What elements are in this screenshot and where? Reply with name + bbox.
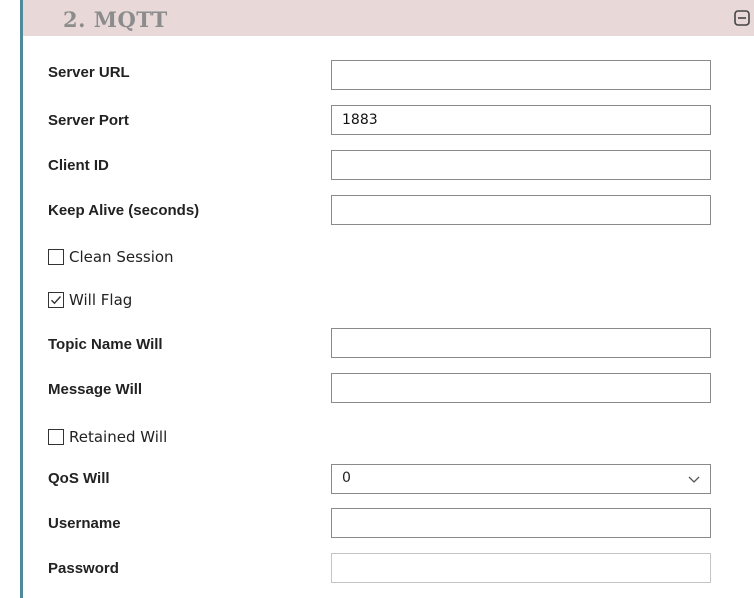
- retained-will-label: Retained Will: [69, 428, 168, 446]
- checkbox-box[interactable]: [48, 249, 64, 265]
- keep-alive-label: Keep Alive (seconds): [48, 202, 200, 219]
- will-flag-label: Will Flag: [69, 291, 133, 309]
- password-input[interactable]: [331, 553, 711, 583]
- server-url-label: Server URL: [48, 64, 130, 81]
- server-port-label: Server Port: [48, 112, 129, 129]
- qos-will-select[interactable]: 0: [331, 464, 711, 494]
- username-label: Username: [48, 515, 121, 532]
- keep-alive-input[interactable]: [331, 195, 711, 225]
- server-port-input[interactable]: [331, 105, 711, 135]
- message-will-label: Message Will: [48, 381, 143, 398]
- section-title: 2. MQTT: [63, 7, 168, 32]
- client-id-label: Client ID: [48, 157, 109, 174]
- clean-session-checkbox[interactable]: Clean Session: [48, 247, 174, 267]
- qos-will-label: QoS Will: [48, 470, 110, 487]
- checkmark-icon: [51, 296, 62, 305]
- qos-will-value: 0: [342, 470, 351, 486]
- minus-square-icon[interactable]: [734, 10, 750, 26]
- mqtt-panel: 2. MQTT Server URL Server Port Client ID…: [23, 0, 754, 598]
- chevron-down-icon: [688, 476, 700, 483]
- will-flag-checkbox[interactable]: Will Flag: [48, 290, 132, 310]
- message-will-input[interactable]: [331, 373, 711, 403]
- topic-name-will-label: Topic Name Will: [48, 336, 163, 353]
- client-id-input[interactable]: [331, 150, 711, 180]
- password-label: Password: [48, 560, 119, 577]
- username-input[interactable]: [331, 508, 711, 538]
- clean-session-label: Clean Session: [69, 248, 174, 266]
- retained-will-checkbox[interactable]: Retained Will: [48, 427, 167, 447]
- topic-name-will-input[interactable]: [331, 328, 711, 358]
- section-header: 2. MQTT: [23, 0, 754, 36]
- checkbox-box[interactable]: [48, 292, 64, 308]
- server-url-input[interactable]: [331, 60, 711, 90]
- checkbox-box[interactable]: [48, 429, 64, 445]
